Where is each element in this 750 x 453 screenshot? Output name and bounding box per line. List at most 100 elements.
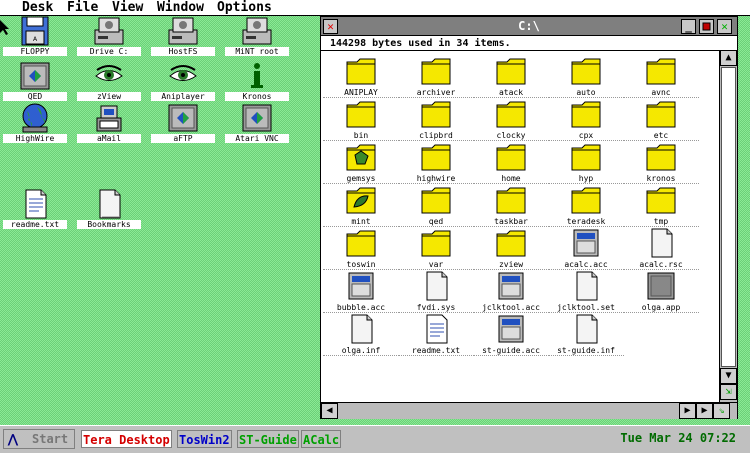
desktop-icon-zview[interactable]: zView [77, 61, 141, 105]
horizontal-scroll-thumb[interactable] [338, 404, 678, 418]
file-item[interactable]: jclktool.acc [473, 271, 549, 315]
file-item[interactable]: olga.inf [323, 314, 399, 358]
scroll-up-button[interactable]: ▲ [720, 50, 737, 66]
task-st-guide[interactable]: ST-Guide [237, 430, 299, 448]
iconify-icon: _ [685, 20, 692, 33]
desktop-icon-floppy[interactable]: A FLOPPY [3, 16, 67, 60]
file-item[interactable]: olga.app [623, 271, 699, 315]
file-item[interactable]: cpx [548, 99, 624, 143]
window-iconify-button[interactable]: _ [681, 19, 696, 34]
desktop-icon-aniplayer[interactable]: Aniplayer [151, 61, 215, 105]
file-item-label: ANIPLAY [323, 88, 399, 98]
desktop-icon-highwire[interactable]: HighWire [3, 103, 67, 147]
desktop-icon-readme[interactable]: readme.txt [3, 189, 67, 233]
desktop-icon-aftp[interactable]: aFTP [151, 103, 215, 147]
file-item-label: var [398, 260, 474, 270]
eye-icon [169, 65, 197, 81]
atari-logo-icon: ⋀ [8, 432, 18, 446]
desktop-icon-hostfs[interactable]: HostFS [151, 16, 215, 60]
file-item[interactable]: kronos [623, 142, 699, 186]
close-icon: ✕ [327, 20, 334, 33]
file-item[interactable]: auto [548, 56, 624, 100]
task-acalc[interactable]: ACalc [301, 430, 342, 448]
file-item[interactable]: st-guide.acc [473, 314, 549, 358]
program-icon [495, 271, 527, 301]
file-item-label: highwire [398, 174, 474, 184]
file-item[interactable]: acalc.acc [548, 228, 624, 272]
folder-icon [645, 185, 677, 215]
file-item[interactable]: mint [323, 185, 399, 229]
file-item[interactable]: qed [398, 185, 474, 229]
file-item[interactable]: var [398, 228, 474, 272]
file-item[interactable]: hyp [548, 142, 624, 186]
file-item-label: olga.inf [323, 346, 399, 356]
file-item-label: acalc.acc [548, 260, 624, 270]
menu-view[interactable]: View [112, 0, 143, 15]
desktop-icon-atari-vnc[interactable]: Atari VNC [225, 103, 289, 147]
desktop-icon-label: QED [3, 92, 67, 101]
desktop-icon-qed[interactable]: QED [3, 61, 67, 105]
file-item-label: gemsys [323, 174, 399, 184]
horizontal-scrollbar[interactable]: ◀ ▶ ▶ ⇘ [321, 402, 737, 419]
vertical-scrollbar[interactable]: ▲ ▼ ⇲ [719, 50, 737, 402]
file-item[interactable]: clipbrd [398, 99, 474, 143]
file-item-label: tmp [623, 217, 699, 227]
file-item[interactable]: bubble.acc [323, 271, 399, 315]
file-item[interactable]: zview [473, 228, 549, 272]
file-item[interactable]: bin [323, 99, 399, 143]
window-titlebar[interactable]: ✕ C:\ _ ✕ [321, 17, 737, 36]
scroll-right-button[interactable]: ▶ [679, 403, 696, 419]
vertical-scroll-thumb[interactable] [721, 67, 736, 367]
file-item[interactable]: archiver [398, 56, 474, 100]
start-button[interactable]: ⋀ Start [3, 429, 75, 449]
folder-icon [570, 185, 602, 215]
window-backdrop-button[interactable] [699, 19, 714, 34]
file-item[interactable]: jclktool.set [548, 271, 624, 315]
resize-handle[interactable]: ⇘ [713, 403, 730, 419]
desktop-icon-bookmarks[interactable]: Bookmarks [77, 189, 141, 233]
desktop-icon-kronos[interactable]: Kronos [225, 61, 289, 105]
task-tera-desktop[interactable]: Tera Desktop [81, 430, 172, 448]
desktop-icon-drive-c[interactable]: Drive C: [77, 16, 141, 60]
file-item[interactable]: atack [473, 56, 549, 100]
window-info-line: 144298 bytes used in 34 items. [321, 37, 719, 51]
file-item-label: clipbrd [398, 131, 474, 141]
file-item[interactable]: teradesk [548, 185, 624, 229]
file-item[interactable]: acalc.rsc [623, 228, 699, 272]
file-item[interactable]: st-guide.inf [548, 314, 624, 358]
file-item[interactable]: readme.txt [398, 314, 474, 358]
file-item[interactable]: clocky [473, 99, 549, 143]
file-item[interactable]: gemsys [323, 142, 399, 186]
window-close-button[interactable]: ✕ [323, 19, 338, 34]
scroll-left-button[interactable]: ◀ [321, 403, 338, 419]
desktop-icon-label: zView [77, 92, 141, 101]
desktop-icon-amail[interactable]: aMail [77, 103, 141, 147]
menu-options[interactable]: Options [217, 0, 272, 15]
scroll-right-button[interactable]: ▶ [696, 403, 713, 419]
file-list[interactable]: ANIPLAY archiver atack auto avnc bin clipbrd cl… [321, 52, 719, 402]
desktop-icon-label: Atari VNC [225, 134, 289, 143]
window-fuller-button[interactable]: ✕ [717, 19, 732, 34]
file-item[interactable]: highwire [398, 142, 474, 186]
file-item-label: etc [623, 131, 699, 141]
folder-icon [345, 56, 377, 86]
menu-window[interactable]: Window [157, 0, 204, 15]
file-item[interactable]: avnc [623, 56, 699, 100]
file-window[interactable]: ✕ C:\ _ ✕ 144298 bytes used in 34 items.… [320, 16, 738, 419]
file-item[interactable]: etc [623, 99, 699, 143]
file-item[interactable]: toswin [323, 228, 399, 272]
desktop-icon-label: Drive C: [77, 47, 141, 56]
file-item[interactable]: home [473, 142, 549, 186]
desktop-icon-mint-root[interactable]: MiNT root [225, 16, 289, 60]
file-item[interactable]: taskbar [473, 185, 549, 229]
menu-desk[interactable]: Desk [22, 0, 53, 15]
window-sizer-button[interactable]: ⇲ [720, 384, 737, 400]
file-item[interactable]: fvdi.sys [398, 271, 474, 315]
file-item-label: teradesk [548, 217, 624, 227]
text-document-icon [25, 189, 47, 219]
file-item[interactable]: tmp [623, 185, 699, 229]
menu-file[interactable]: File [67, 0, 98, 15]
file-item[interactable]: ANIPLAY [323, 56, 399, 100]
task-toswin2[interactable]: TosWin2 [177, 430, 232, 448]
scroll-down-button[interactable]: ▼ [720, 368, 737, 384]
